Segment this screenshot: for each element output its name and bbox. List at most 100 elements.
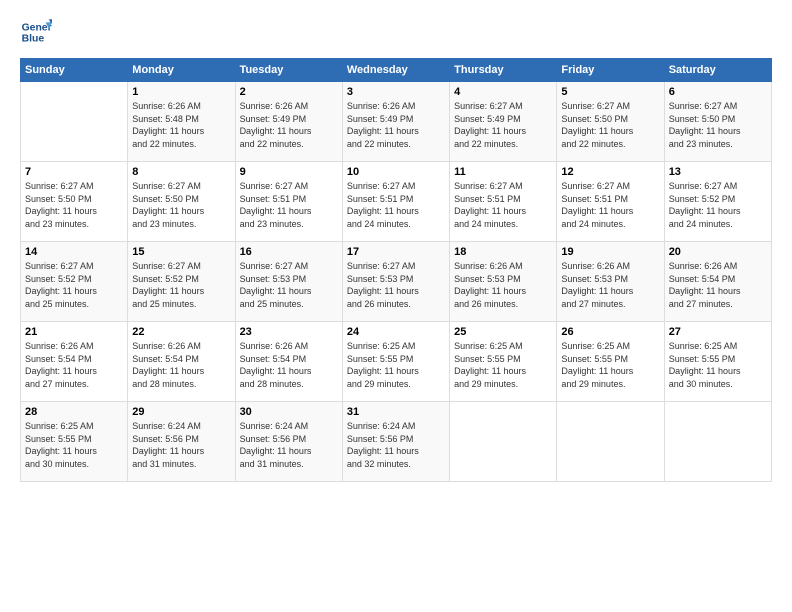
day-cell: 25Sunrise: 6:25 AM Sunset: 5:55 PM Dayli… [450,322,557,402]
day-cell: 18 Sunrise: 6:26 AM Sunset: 5:53 PM Dayli… [450,242,557,322]
day-cell: 14Sunrise: 6:27 AM Sunset: 5:52 PM Dayli… [21,242,128,322]
day-number: 31 [347,406,445,418]
day-cell: 15 Sunrise: 6:27 AM Sunset: 5:52 PM Dayli… [128,242,235,322]
day-number: 26 [561,326,659,338]
day-cell: 4Sunrise: 6:27 AM Sunset: 5:49 PM Daylig… [450,82,557,162]
day-number: 15 [132,246,230,258]
week-row-3: 14 Sunrise: 6:27 AM Sunset: 5:52 PM Dayli… [21,242,772,322]
day-number: 20 [669,246,767,258]
header-cell-sunday: Sunday [21,59,128,82]
day-info: Sunrise: 6:27 AM Sunset: 5:53 PM Dayligh… [240,260,338,310]
day-number: 21 [25,326,123,338]
day-info: Sunrise: 6:27 AM Sunset: 5:50 PM Dayligh… [132,180,230,230]
day-cell [664,402,771,482]
day-cell: 8 Sunrise: 6:27 AM Sunset: 5:50 PM Daylig… [128,162,235,242]
day-cell: 7 Sunrise: 6:27 AM Sunset: 5:50 PM Daylig… [21,162,128,242]
day-cell: 3 Sunrise: 6:26 AM Sunset: 5:49 PM Daylig… [342,82,449,162]
header-row: SundayMondayTuesdayWednesdayThursdayFrid… [21,59,772,82]
day-info: Sunrise: 6:26 AM Sunset: 5:49 PM Dayligh… [240,100,338,150]
day-number: 19 [561,246,659,258]
day-cell: 28 Sunrise: 6:25 AM Sunset: 5:55 PM Dayli… [21,402,128,482]
day-number: 5 [561,86,659,98]
day-cell: 24 Sunrise: 6:25 AM Sunset: 5:55 PM Dayli… [342,322,449,402]
day-info: Sunrise: 6:27 AM Sunset: 5:51 PM Dayligh… [561,180,659,230]
day-info: Sunrise: 6:25 AM Sunset: 5:55 PM Dayligh… [561,340,659,390]
day-info: Sunrise: 6:27 AM Sunset: 5:51 PM Dayligh… [454,180,552,230]
svg-text:Blue: Blue [22,34,45,45]
day-info: Sunrise: 6:26 AM Sunset: 5:54 PM Dayligh… [669,260,767,310]
day-number: 14 [25,246,123,258]
day-number: 13 [669,166,767,178]
day-number: 7 [25,166,123,178]
day-info: Sunrise: 6:27 AM Sunset: 5:50 PM Dayligh… [669,100,767,150]
day-cell: 6 Sunrise: 6:27 AM Sunset: 5:50 PM Daylig… [664,82,771,162]
day-cell: 2 Sunrise: 6:26 AM Sunset: 5:49 PM Daylig… [235,82,342,162]
day-number: 28 [25,406,123,418]
day-info: Sunrise: 6:24 AM Sunset: 5:56 PM Dayligh… [240,420,338,470]
week-row-4: 21 Sunrise: 6:26 AM Sunset: 5:54 PM Dayli… [21,322,772,402]
header-cell-wednesday: Wednesday [342,59,449,82]
day-number: 27 [669,326,767,338]
header-cell-monday: Monday [128,59,235,82]
logo: General Blue [20,16,58,48]
day-info: Sunrise: 6:25 AM Sunset: 5:55 PM Dayligh… [25,420,123,470]
day-number: 6 [669,86,767,98]
week-row-5: 28 Sunrise: 6:25 AM Sunset: 5:55 PM Dayli… [21,402,772,482]
day-cell [21,82,128,162]
day-info: Sunrise: 6:27 AM Sunset: 5:52 PM Dayligh… [132,260,230,310]
day-cell [557,402,664,482]
day-info: Sunrise: 6:26 AM Sunset: 5:53 PM Dayligh… [454,260,552,310]
header-cell-saturday: Saturday [664,59,771,82]
day-number: 8 [132,166,230,178]
day-number: 30 [240,406,338,418]
day-cell: 9Sunrise: 6:27 AM Sunset: 5:51 PM Daylig… [235,162,342,242]
day-info: Sunrise: 6:27 AM Sunset: 5:53 PM Dayligh… [347,260,445,310]
day-cell: 17 Sunrise: 6:27 AM Sunset: 5:53 PM Dayli… [342,242,449,322]
day-info: Sunrise: 6:26 AM Sunset: 5:54 PM Dayligh… [240,340,338,390]
day-info: Sunrise: 6:24 AM Sunset: 5:56 PM Dayligh… [347,420,445,470]
day-info: Sunrise: 6:27 AM Sunset: 5:51 PM Dayligh… [347,180,445,230]
header: General Blue [20,16,772,48]
day-number: 10 [347,166,445,178]
day-info: Sunrise: 6:25 AM Sunset: 5:55 PM Dayligh… [454,340,552,390]
day-cell: 11 Sunrise: 6:27 AM Sunset: 5:51 PM Dayli… [450,162,557,242]
day-info: Sunrise: 6:26 AM Sunset: 5:53 PM Dayligh… [561,260,659,310]
day-cell: 1Sunrise: 6:26 AM Sunset: 5:48 PM Daylig… [128,82,235,162]
day-number: 23 [240,326,338,338]
day-number: 17 [347,246,445,258]
day-cell: 21 Sunrise: 6:26 AM Sunset: 5:54 PM Dayli… [21,322,128,402]
day-cell: 19 Sunrise: 6:26 AM Sunset: 5:53 PM Dayli… [557,242,664,322]
calendar-body: 1Sunrise: 6:26 AM Sunset: 5:48 PM Daylig… [21,82,772,482]
day-number: 4 [454,86,552,98]
calendar-header: SundayMondayTuesdayWednesdayThursdayFrid… [21,59,772,82]
day-number: 18 [454,246,552,258]
week-row-2: 7 Sunrise: 6:27 AM Sunset: 5:50 PM Daylig… [21,162,772,242]
header-cell-friday: Friday [557,59,664,82]
day-number: 2 [240,86,338,98]
day-cell: 31 Sunrise: 6:24 AM Sunset: 5:56 PM Dayli… [342,402,449,482]
day-info: Sunrise: 6:26 AM Sunset: 5:49 PM Dayligh… [347,100,445,150]
day-info: Sunrise: 6:27 AM Sunset: 5:50 PM Dayligh… [561,100,659,150]
day-number: 16 [240,246,338,258]
day-info: Sunrise: 6:26 AM Sunset: 5:48 PM Dayligh… [132,100,230,150]
day-cell: 10 Sunrise: 6:27 AM Sunset: 5:51 PM Dayli… [342,162,449,242]
day-cell: 26 Sunrise: 6:25 AM Sunset: 5:55 PM Dayli… [557,322,664,402]
day-number: 12 [561,166,659,178]
day-number: 24 [347,326,445,338]
day-info: Sunrise: 6:26 AM Sunset: 5:54 PM Dayligh… [132,340,230,390]
day-info: Sunrise: 6:27 AM Sunset: 5:52 PM Dayligh… [669,180,767,230]
calendar-table: SundayMondayTuesdayWednesdayThursdayFrid… [20,58,772,482]
day-info: Sunrise: 6:25 AM Sunset: 5:55 PM Dayligh… [347,340,445,390]
day-info: Sunrise: 6:27 AM Sunset: 5:50 PM Dayligh… [25,180,123,230]
day-number: 11 [454,166,552,178]
day-cell: 30 Sunrise: 6:24 AM Sunset: 5:56 PM Dayli… [235,402,342,482]
calendar-page: General Blue SundayMondayTuesdayWednesda… [0,0,792,612]
header-cell-thursday: Thursday [450,59,557,82]
day-info: Sunrise: 6:24 AM Sunset: 5:56 PM Dayligh… [132,420,230,470]
day-cell: 22Sunrise: 6:26 AM Sunset: 5:54 PM Dayli… [128,322,235,402]
day-cell [450,402,557,482]
day-info: Sunrise: 6:26 AM Sunset: 5:54 PM Dayligh… [25,340,123,390]
day-number: 3 [347,86,445,98]
logo-icon: General Blue [20,16,52,48]
day-cell: 16 Sunrise: 6:27 AM Sunset: 5:53 PM Dayli… [235,242,342,322]
